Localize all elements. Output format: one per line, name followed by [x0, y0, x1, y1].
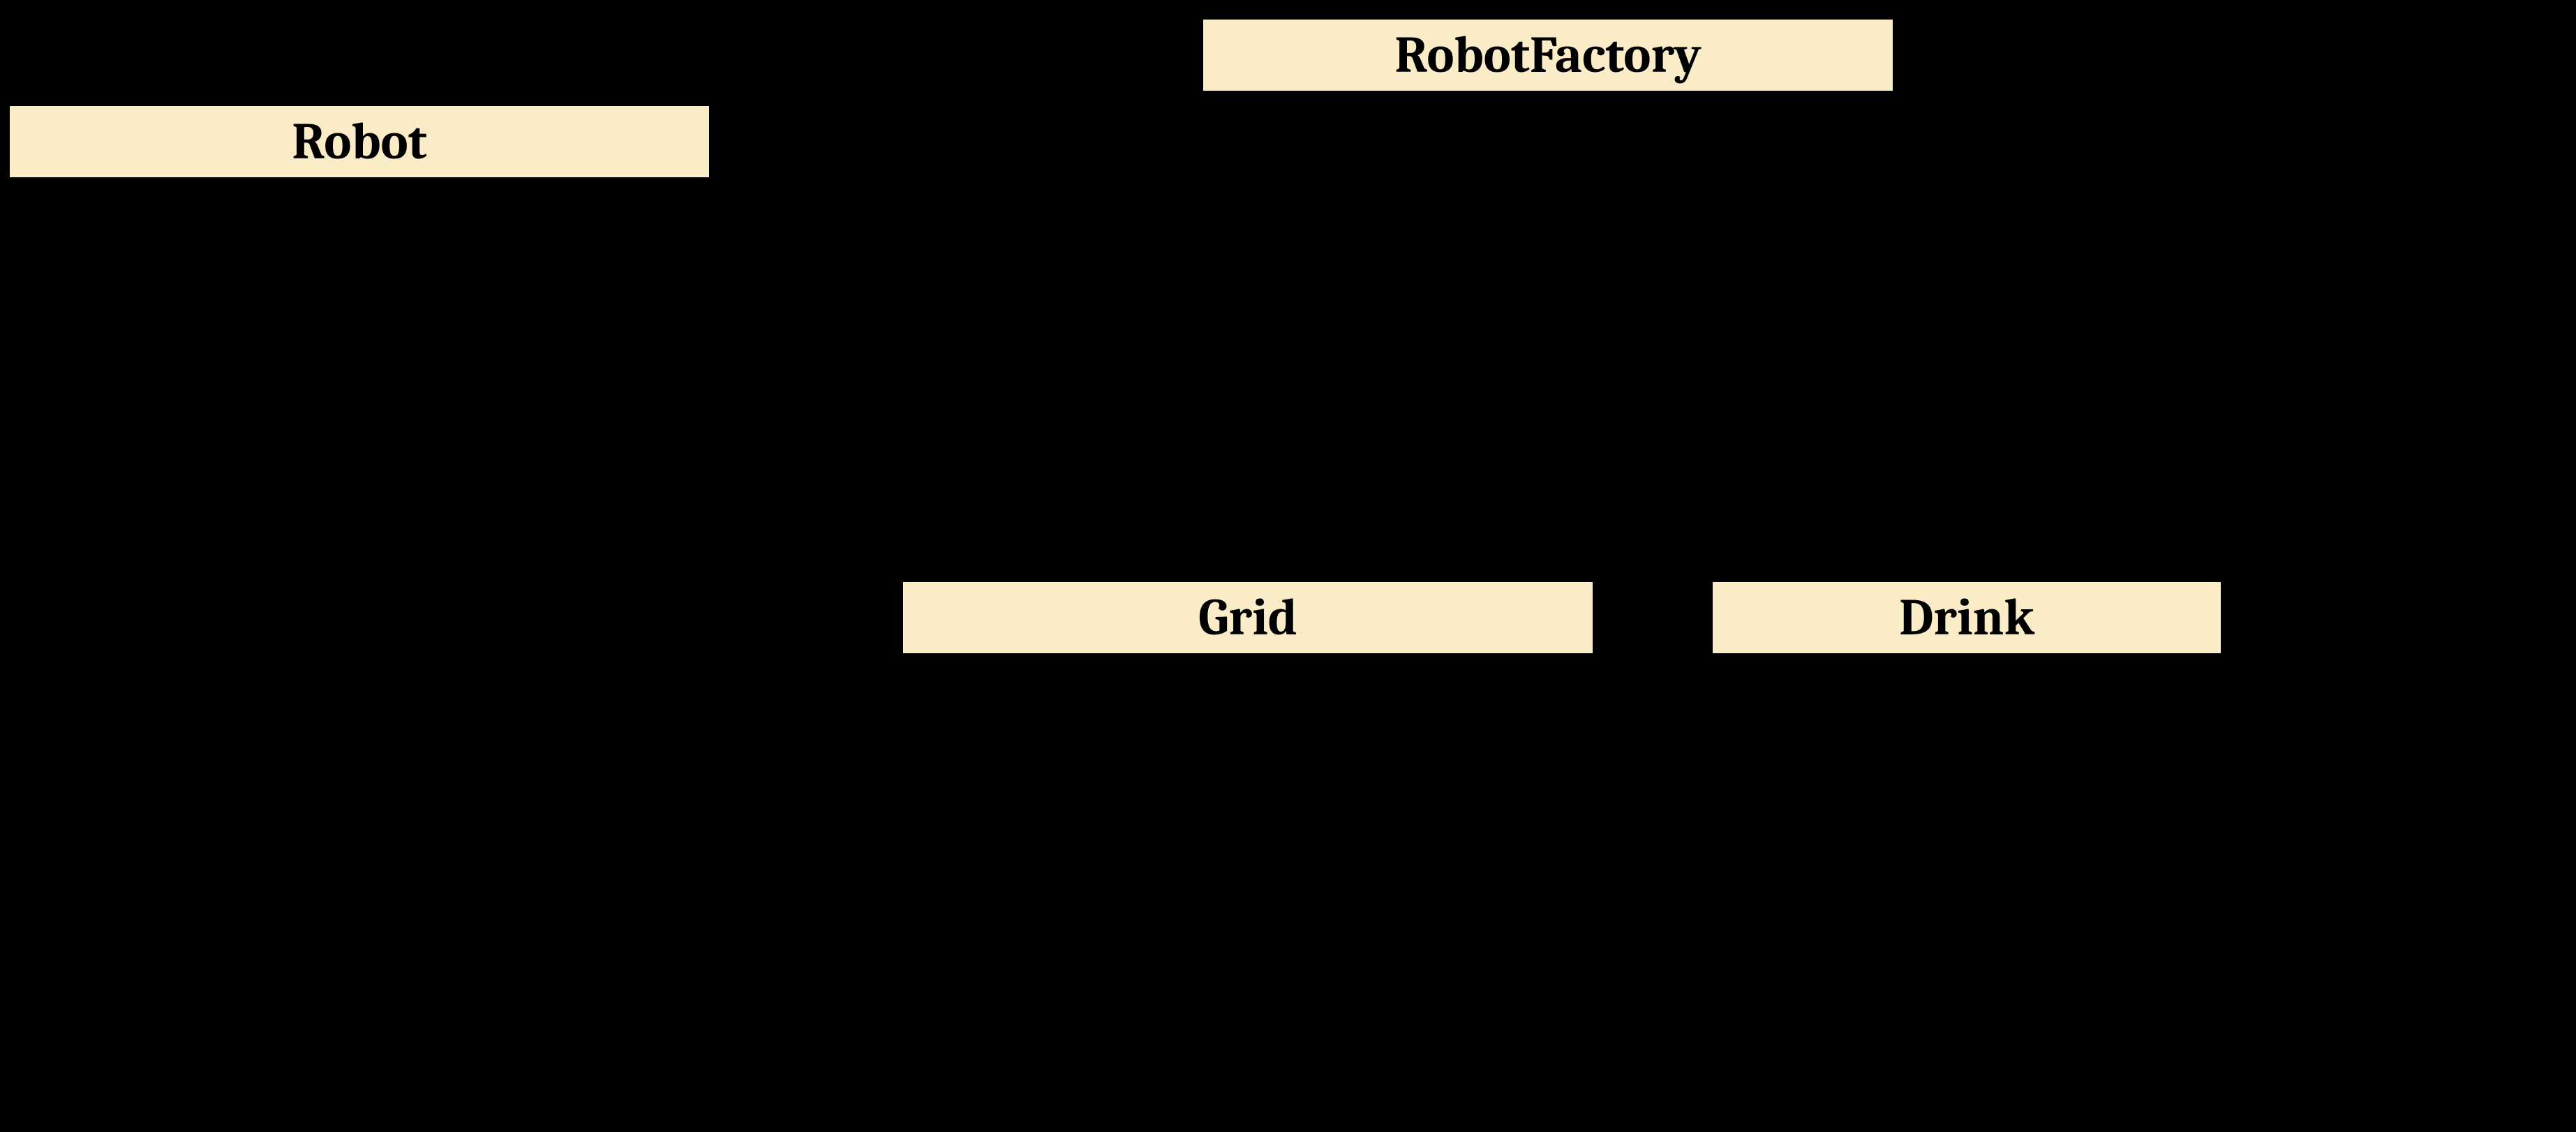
class-box-grid: Grid [900, 579, 1595, 656]
uml-class-diagram: Robot RobotFactory Grid Drink [0, 0, 2576, 1132]
class-box-drink: Drink [1710, 579, 2224, 656]
class-name-grid: Grid [1198, 592, 1297, 643]
class-name-robot: Robot [292, 116, 427, 167]
class-box-robot-factory: RobotFactory [1200, 17, 1896, 94]
class-name-drink: Drink [1899, 592, 2034, 643]
class-box-robot: Robot [7, 103, 712, 180]
class-name-robot-factory: RobotFactory [1394, 29, 1701, 81]
